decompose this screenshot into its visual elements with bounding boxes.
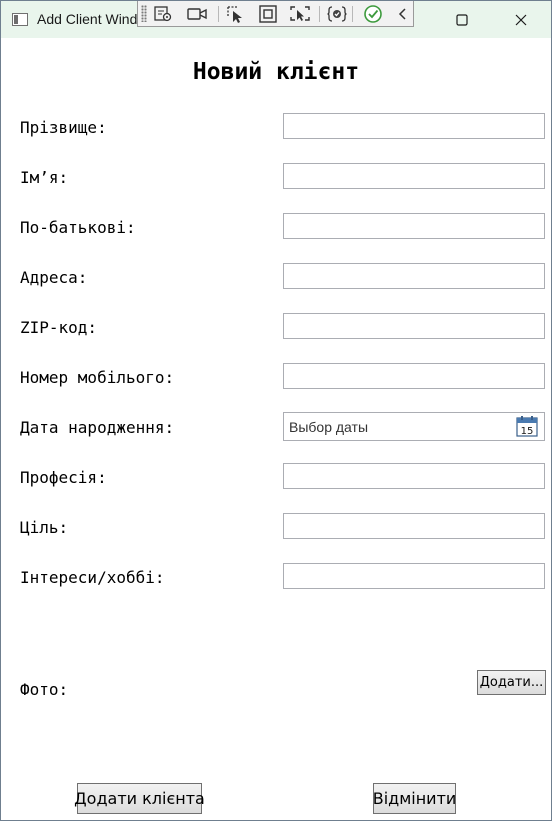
calendar-icon[interactable]: 15	[516, 416, 538, 437]
zip-code-label: ZIP-код:	[20, 318, 98, 337]
profession-input[interactable]	[283, 463, 545, 489]
maximize-icon	[456, 13, 468, 26]
add-client-window: Add Client Window	[0, 0, 552, 821]
mobile-number-input[interactable]	[283, 363, 545, 389]
live-visual-tree-icon[interactable]	[152, 4, 174, 24]
app-window-icon	[12, 13, 28, 26]
interests-input[interactable]	[283, 563, 545, 589]
goal-input[interactable]	[283, 513, 545, 539]
photo-label: Фото:	[20, 680, 69, 699]
binding-failures-icon[interactable]	[326, 4, 348, 24]
calendar-day-label: 15	[521, 426, 534, 437]
patronymic-label: По-батькові:	[20, 218, 136, 237]
video-record-icon[interactable]	[186, 4, 208, 24]
close-icon	[515, 14, 527, 25]
track-focus-icon[interactable]	[289, 4, 311, 24]
zip-code-input[interactable]	[283, 313, 545, 339]
goal-label: Ціль:	[20, 518, 69, 537]
toolbar-separator	[319, 6, 320, 22]
toolbar-grip-icon[interactable]	[141, 5, 147, 22]
add-client-button[interactable]: Додати клієнта	[74, 783, 205, 814]
interests-label: Інтереси/хоббі:	[20, 568, 165, 587]
address-label: Адреса:	[20, 268, 88, 287]
address-input[interactable]	[283, 263, 545, 289]
surname-input[interactable]	[283, 113, 545, 139]
page-title: Новий клієнт	[192, 59, 360, 85]
maximize-button[interactable]	[433, 1, 491, 38]
birth-date-label: Дата народження:	[20, 418, 175, 437]
surname-label: Прізвище:	[20, 118, 107, 137]
mobile-number-label: Номер мобілього:	[20, 368, 175, 387]
close-button[interactable]	[492, 1, 550, 38]
collapse-toolbar-icon[interactable]	[392, 4, 414, 24]
first-name-label: Ім’я:	[20, 168, 69, 187]
toolbar-separator	[218, 6, 219, 22]
display-adorners-icon[interactable]	[257, 4, 279, 24]
first-name-input[interactable]	[283, 163, 545, 189]
add-photo-button[interactable]: Додати...	[477, 670, 546, 695]
birth-date-placeholder[interactable]: Выбор даты	[289, 419, 368, 435]
check-passed-icon[interactable]	[362, 4, 384, 24]
profession-label: Професія:	[20, 468, 107, 487]
cancel-button[interactable]: Відмінити	[373, 783, 456, 814]
debug-toolbar	[137, 1, 414, 27]
title-bar[interactable]: Add Client Window	[1, 1, 551, 38]
birth-date-picker[interactable]: Выбор даты 15	[283, 412, 545, 441]
window-title: Add Client Window	[37, 11, 137, 27]
select-element-icon[interactable]	[225, 4, 247, 24]
patronymic-input[interactable]	[283, 213, 545, 239]
toolbar-separator	[352, 6, 353, 22]
